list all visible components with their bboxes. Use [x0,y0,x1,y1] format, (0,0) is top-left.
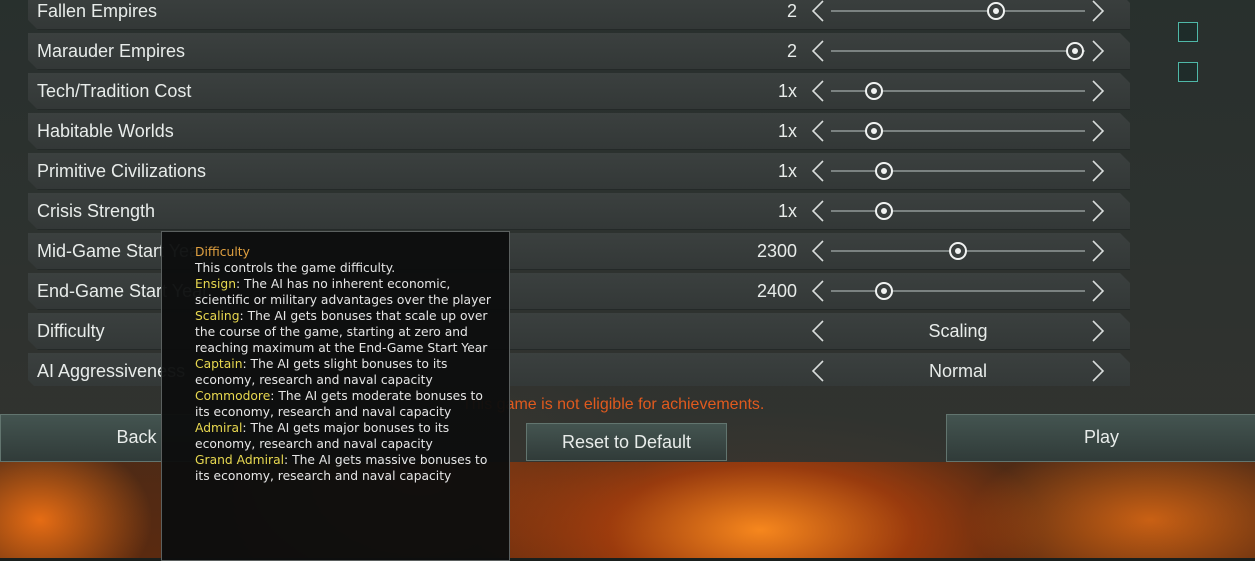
setting-row-tech-tradition-cost: Tech/Tradition Cost 1x [28,73,1130,110]
level-name: Scaling [195,309,240,323]
chevron-right-icon[interactable] [1089,279,1107,303]
difficulty-tooltip: Difficulty This controls the game diffic… [161,231,510,561]
setting-value: 1x [777,161,797,181]
slider-knob[interactable] [1066,42,1084,60]
tooltip-level: Admiral: The AI gets major bonuses to it… [195,420,501,452]
slider-knob[interactable] [875,162,893,180]
slider-knob[interactable] [865,82,883,100]
setting-label: Primitive Civilizations [37,161,207,181]
setting-row-fallen-empires: Fallen Empires 2 [28,0,1130,30]
setting-row-habitable-worlds: Habitable Worlds 1x [28,113,1130,150]
slider-track[interactable] [831,290,1085,292]
tooltip-intro: This controls the game difficulty. [195,261,396,275]
chevron-right-icon[interactable] [1089,119,1107,143]
setting-value: 1x [777,201,797,221]
setting-label: Fallen Empires [37,1,158,21]
level-name: Commodore [195,389,271,403]
slider-knob[interactable] [875,282,893,300]
setting-label: Marauder Empires [37,41,186,61]
slider-knob[interactable] [865,122,883,140]
chevron-left-icon[interactable] [809,0,827,23]
setting-label: Difficulty [37,321,105,341]
level-name: Ensign [195,277,236,291]
slider-knob[interactable] [949,242,967,260]
setting-label: Tech/Tradition Cost [37,81,192,101]
play-button[interactable]: Play [946,414,1255,462]
chevron-left-icon[interactable] [809,159,827,183]
setting-value: 2400 [756,281,797,301]
level-desc: : The AI has no inherent economic, scien… [195,277,491,307]
tooltip-level: Commodore: The AI gets moderate bonuses … [195,388,501,420]
chevron-right-icon[interactable] [1089,359,1107,383]
slider-track[interactable] [831,210,1085,212]
setting-row-primitive-civilizations: Primitive Civilizations 1x [28,153,1130,190]
slider-track[interactable] [831,170,1085,172]
chevron-right-icon[interactable] [1089,199,1107,223]
chevron-left-icon[interactable] [809,119,827,143]
setting-value: 2300 [756,241,797,261]
checkbox-icon[interactable] [1178,22,1198,42]
tooltip-level: Ensign: The AI has no inherent economic,… [195,276,501,308]
setting-value: 2 [786,1,797,21]
chevron-right-icon[interactable] [1089,79,1107,103]
slider-knob[interactable] [987,2,1005,20]
setting-value: 2 [786,41,797,61]
chevron-left-icon[interactable] [809,199,827,223]
chevron-left-icon[interactable] [809,319,827,343]
tooltip-level: Scaling: The AI gets bonuses that scale … [195,308,501,356]
reset-to-default-button[interactable]: Reset to Default [526,423,727,461]
level-name: Captain [195,357,243,371]
setting-row-crisis-strength: Crisis Strength 1x [28,193,1130,230]
chevron-right-icon[interactable] [1089,239,1107,263]
setting-label: Habitable Worlds [37,121,174,141]
tooltip-title: Difficulty [195,245,250,259]
chevron-right-icon[interactable] [1089,0,1107,23]
setting-row-marauder-empires: Marauder Empires 2 [28,33,1130,70]
chevron-left-icon[interactable] [809,79,827,103]
setting-label: Crisis Strength [37,201,156,221]
tooltip-level: Grand Admiral: The AI gets massive bonus… [195,452,501,484]
chevron-left-icon[interactable] [809,359,827,383]
tooltip-level: Captain: The AI gets slight bonuses to i… [195,356,501,388]
chevron-right-icon[interactable] [1089,39,1107,63]
difficulty-value: Scaling [928,321,988,341]
chevron-right-icon[interactable] [1089,159,1107,183]
slider-track[interactable] [831,50,1085,52]
setting-value: 1x [777,81,797,101]
chevron-left-icon[interactable] [809,39,827,63]
setting-value: 1x [777,121,797,141]
chevron-left-icon[interactable] [809,239,827,263]
slider-knob[interactable] [875,202,893,220]
chevron-right-icon[interactable] [1089,319,1107,343]
level-name: Grand Admiral [195,453,285,467]
level-name: Admiral [195,421,243,435]
chevron-left-icon[interactable] [809,279,827,303]
ai-aggressiveness-value: Normal [928,361,987,381]
level-desc: : The AI gets bonuses that scale up over… [195,309,488,355]
slider-track[interactable] [831,10,1085,12]
checkbox-icon[interactable] [1178,62,1198,82]
